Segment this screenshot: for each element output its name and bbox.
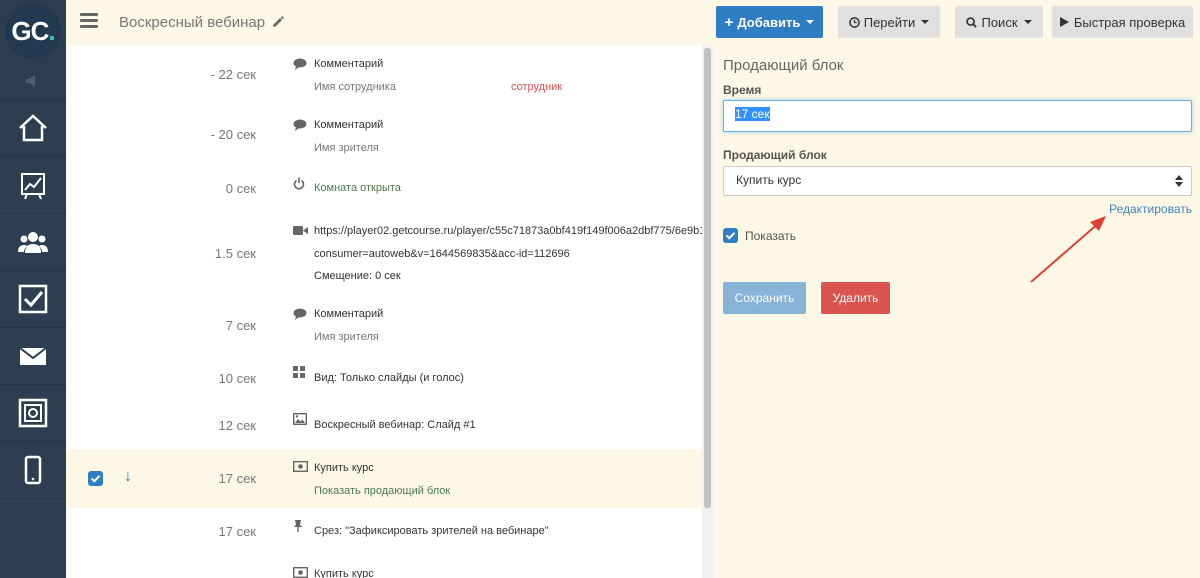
caret-down-icon: [1023, 20, 1032, 24]
timeline-list: - 22 сек Комментарий Имя сотрудника сотр…: [66, 45, 702, 578]
show-label[interactable]: Показать: [745, 229, 796, 243]
panel-title: Продающий блок: [723, 57, 844, 74]
timeline-row[interactable]: 12 сек Воскресный вебинар: Слайд #1: [66, 403, 702, 449]
row-title: Комментарий: [314, 119, 384, 131]
video-icon: [293, 225, 308, 237]
video-url[interactable]: https://player02.getcourse.ru/player/c55…: [314, 225, 702, 237]
timeline-row[interactable]: 1.5 сек https://player02.getcourse.ru/pl…: [66, 211, 702, 299]
row-time: 7 сек: [225, 318, 256, 333]
timeline-row[interactable]: 17 сек Срез: "Зафиксировать зрителей на …: [66, 508, 702, 554]
row-subtitle: Имя зрителя: [314, 331, 379, 343]
money-icon: [293, 461, 308, 473]
show-checkbox[interactable]: [723, 228, 738, 243]
timeline-row[interactable]: - 22 сек Комментарий Имя сотрудника сотр…: [66, 45, 702, 103]
page-title: Воскресный вебинар: [119, 14, 285, 31]
top-bar: Воскресный вебинар + Добавить Перейти Пои…: [66, 0, 1200, 45]
timeline-row[interactable]: 7 сек Комментарий Имя зрителя: [66, 299, 702, 357]
staff-badge: сотрудник: [511, 81, 563, 93]
row-title: Воскресный вебинар: Слайд #1: [314, 419, 476, 431]
clock-icon: [848, 16, 860, 28]
timeline-row[interactable]: Купить курс: [66, 554, 702, 578]
megaphone-icon[interactable]: [0, 62, 66, 100]
row-title: Срез: "Зафиксировать зрителей на вебинар…: [314, 525, 549, 537]
edit-link[interactable]: Редактировать: [1109, 202, 1192, 216]
row-subtitle: Показать продающий блок: [314, 485, 451, 497]
comment-icon: [293, 119, 307, 131]
row-time: 0 сек: [225, 181, 256, 196]
time-input[interactable]: 17 сек: [723, 100, 1192, 132]
plus-icon: +: [724, 13, 734, 31]
quick-check-button[interactable]: Быстрая проверка: [1052, 6, 1193, 38]
row-time: 17 сек: [218, 524, 257, 539]
row-title: Комментарий: [314, 308, 384, 320]
caret-down-icon: [921, 20, 930, 24]
mobile-icon[interactable]: [0, 442, 66, 499]
row-title: Купить курс: [314, 462, 374, 474]
video-offset: Смещение: 0 сек: [314, 270, 401, 282]
timeline-row[interactable]: 0 сек Комната открыта: [66, 161, 702, 211]
logo[interactable]: GC.: [0, 0, 66, 62]
row-time: 1.5 сек: [214, 246, 256, 261]
row-time: 10 сек: [218, 371, 257, 386]
home-icon[interactable]: [0, 100, 66, 157]
power-icon: [293, 177, 307, 190]
row-subtitle: Имя зрителя: [314, 142, 379, 154]
delete-button[interactable]: Удалить: [821, 282, 890, 314]
row-subtitle: Имя сотрудника: [314, 81, 396, 93]
checkbox-icon[interactable]: [0, 271, 66, 328]
image-icon: [293, 413, 307, 425]
add-button[interactable]: + Добавить: [716, 6, 823, 38]
app-sidebar: GC.: [0, 0, 66, 578]
row-checkbox[interactable]: [88, 471, 103, 486]
users-icon[interactable]: [0, 214, 66, 271]
safe-icon[interactable]: [0, 385, 66, 442]
video-url-continued: consumer=autoweb&v=1644569835&acc-id=112…: [314, 248, 570, 260]
row-time: - 22 сек: [210, 67, 256, 82]
comment-icon: [293, 58, 307, 70]
scrollbar-thumb[interactable]: [704, 48, 711, 508]
block-select[interactable]: Купить курс: [723, 166, 1192, 196]
timeline-row[interactable]: - 20 сек Комментарий Имя зрителя: [66, 103, 702, 161]
block-label: Продающий блок: [723, 148, 827, 162]
pin-icon: [293, 519, 307, 532]
search-button[interactable]: Поиск: [955, 6, 1043, 38]
row-time: 17 сек: [218, 471, 257, 486]
pencil-icon[interactable]: [272, 16, 285, 28]
timeline-row[interactable]: 10 сек Вид: Только слайды (и голос): [66, 357, 702, 403]
mail-icon[interactable]: [0, 328, 66, 385]
save-button[interactable]: Сохранить: [723, 282, 806, 314]
play-icon: [1059, 17, 1069, 27]
caret-down-icon: [806, 20, 815, 24]
row-title: Вид: Только слайды (и голос): [314, 372, 464, 384]
row-title: Купить курс: [314, 568, 374, 578]
money-icon: [293, 567, 308, 578]
arrow-down-icon[interactable]: ↓: [124, 468, 132, 486]
search-icon: [966, 16, 978, 28]
row-time: 12 сек: [218, 418, 257, 433]
sort-icon: [1175, 175, 1183, 187]
timeline-row-selected[interactable]: ↓ 17 сек Купить курс Показать продающий …: [66, 449, 702, 508]
row-title: Комментарий: [314, 58, 384, 70]
time-label: Время: [723, 83, 762, 97]
go-button[interactable]: Перейти: [838, 6, 940, 38]
chart-icon[interactable]: [0, 157, 66, 214]
row-time: - 20 сек: [210, 127, 256, 142]
selling-block-panel: Продающий блок Время 17 сек Продающий бл…: [713, 45, 1200, 578]
comment-icon: [293, 308, 307, 320]
menu-icon[interactable]: [80, 13, 98, 29]
grid-icon: [293, 366, 307, 378]
row-title: Комната открыта: [314, 182, 401, 194]
